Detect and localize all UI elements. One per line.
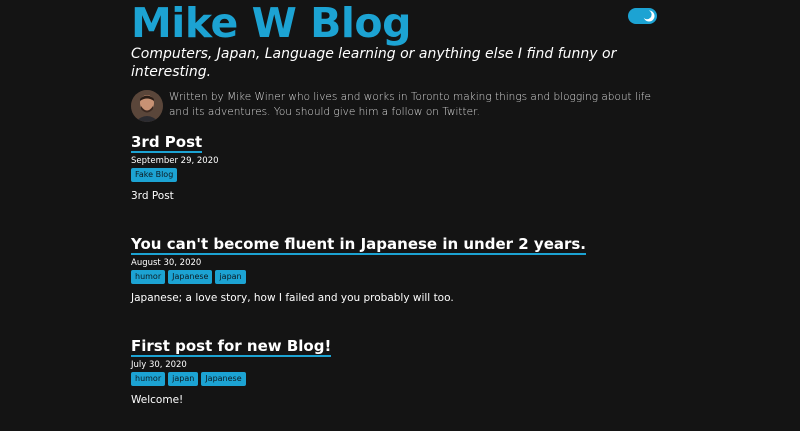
main-content: Mike W Blog Computers, Japan, Language l… xyxy=(131,0,661,407)
post-date: September 29, 2020 xyxy=(131,156,219,166)
tag-link[interactable]: Fake Blog xyxy=(131,168,178,182)
post-item: You can't become fluent in Japanese in u… xyxy=(131,234,661,305)
post-item: First post for new Blog! July 30, 2020 h… xyxy=(131,336,661,407)
post-tags: humor Japanese japan xyxy=(131,270,661,284)
tag-link[interactable]: humor xyxy=(131,372,166,386)
moon-icon xyxy=(643,10,655,22)
author-avatar xyxy=(131,90,163,122)
site-tagline: Computers, Japan, Language learning or a… xyxy=(131,46,617,80)
avatar-image xyxy=(131,90,163,122)
post-summary: Welcome! xyxy=(131,394,184,406)
twitter-follow-link[interactable]: You should give him a follow on Twitter. xyxy=(274,106,480,118)
bio-author-name: Mike Winer xyxy=(227,91,286,103)
author-bio-text: Written by Mike Winer who lives and work… xyxy=(169,90,661,120)
post-date: July 30, 2020 xyxy=(131,360,187,370)
post-title-link[interactable]: 3rd Post xyxy=(131,133,203,153)
post-summary: 3rd Post xyxy=(131,190,174,202)
page: Mike W Blog Computers, Japan, Language l… xyxy=(0,0,800,431)
post-date: August 30, 2020 xyxy=(131,258,202,268)
tag-link[interactable]: Japanese xyxy=(168,270,213,284)
dark-mode-toggle[interactable] xyxy=(628,8,657,24)
post-tags: humor japan Japanese xyxy=(131,372,661,386)
bio-prefix: Written by xyxy=(169,91,228,103)
post-summary: Japanese; a love story, how I failed and… xyxy=(131,292,454,304)
post-tags: Fake Blog xyxy=(131,168,661,182)
post-item: 3rd Post September 29, 2020 Fake Blog 3r… xyxy=(131,132,661,203)
tag-link[interactable]: humor xyxy=(131,270,166,284)
tag-link[interactable]: japan xyxy=(215,270,246,284)
site-title-link[interactable]: Mike W Blog xyxy=(131,0,661,45)
post-title-link[interactable]: You can't become fluent in Japanese in u… xyxy=(131,235,587,255)
tag-link[interactable]: Japanese xyxy=(201,372,246,386)
post-title-link[interactable]: First post for new Blog! xyxy=(131,337,332,357)
author-bio: Written by Mike Winer who lives and work… xyxy=(131,90,661,122)
tag-link[interactable]: japan xyxy=(168,372,199,386)
